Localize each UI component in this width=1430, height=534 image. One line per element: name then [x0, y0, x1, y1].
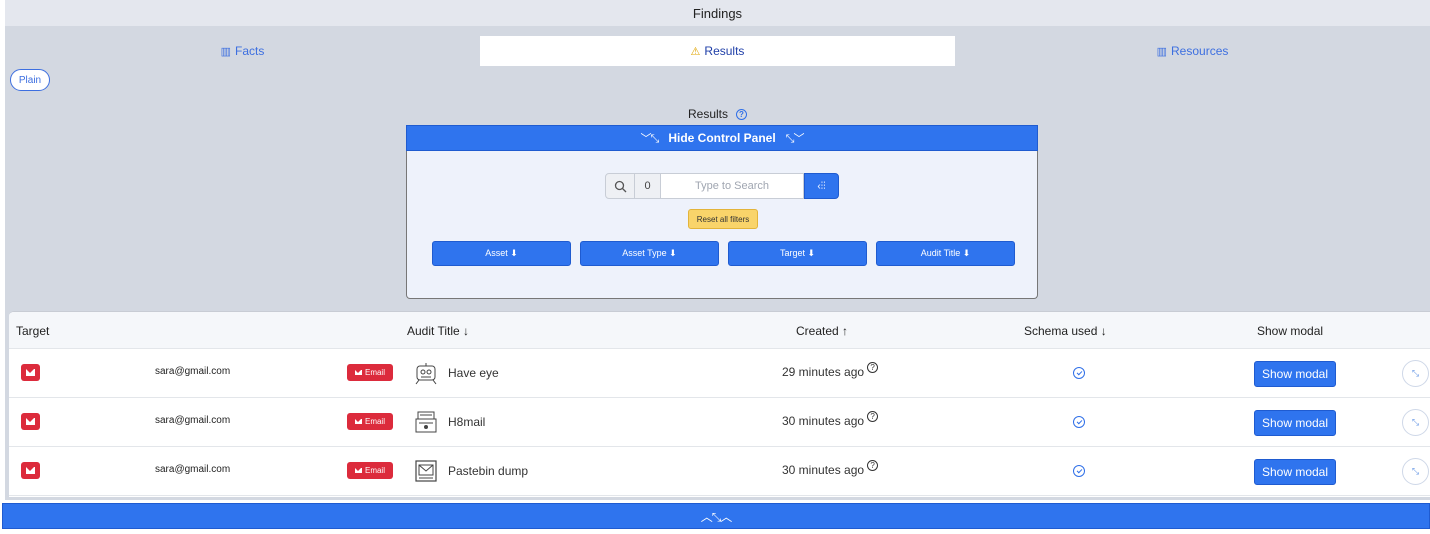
mail-stack-icon — [415, 411, 437, 433]
results-heading: Results ? — [5, 107, 1430, 121]
check-circle-icon — [1073, 367, 1085, 379]
type-badge: Email — [347, 364, 393, 381]
table-row: sara@gmail.com Email H8mail 30 minutes a… — [9, 398, 1430, 447]
mail-icon — [21, 364, 40, 381]
collapse-icon: ⤡﹀ — [785, 133, 805, 145]
type-badge: Email — [347, 462, 393, 479]
type-badge: Email — [347, 413, 393, 430]
help-icon[interactable]: ? — [867, 460, 879, 471]
tab-facts[interactable]: ▥ Facts — [5, 36, 480, 66]
results-table: Target Audit Title ↓ Created ↑ Schema us… — [9, 311, 1430, 497]
target-email: sara@gmail.com — [155, 464, 231, 475]
control-panel: 0 ‹⫶⫶ Reset all filters Asset ⬇ Asset Ty… — [406, 151, 1038, 299]
tab-facts-label: Facts — [235, 44, 265, 58]
created-time: 30 minutes ago ? — [782, 460, 879, 477]
show-modal-button[interactable]: Show modal — [1254, 361, 1336, 387]
envelope-doc-icon — [415, 460, 437, 482]
created-time: 29 minutes ago ? — [782, 362, 879, 379]
expand-icon[interactable]: ⤡ — [1402, 360, 1429, 387]
table-row: sara@gmail.com Email Have eye 29 minutes… — [9, 349, 1430, 398]
col-show-modal: Show modal — [1257, 324, 1324, 338]
warning-icon: ⚠ — [690, 45, 701, 58]
eye-robot-icon — [415, 363, 437, 385]
search-bar: 0 ‹⫶⫶ — [605, 173, 839, 199]
show-modal-button[interactable]: Show modal — [1254, 410, 1336, 436]
filter-sliders-button[interactable]: ‹⫶⫶ — [804, 173, 839, 199]
filter-target-button[interactable]: Target ⬇ — [728, 241, 867, 266]
tab-bar: ▥ Facts ⚠ Results ▥ Resources — [5, 26, 1430, 66]
expand-icon[interactable]: ⤡ — [1402, 409, 1429, 436]
mail-icon — [354, 419, 362, 424]
reset-filters-button[interactable]: Reset all filters — [688, 209, 758, 229]
sliders-icon: ‹⫶⫶ — [817, 180, 826, 192]
mail-icon — [21, 413, 40, 430]
expand-icon[interactable]: ⤡ — [1402, 458, 1429, 485]
filter-audit-title-button[interactable]: Audit Title ⬇ — [876, 241, 1015, 266]
table-header: Target Audit Title ↓ Created ↑ Schema us… — [9, 312, 1430, 349]
help-icon[interactable]: ? — [867, 362, 879, 373]
check-circle-icon — [1073, 416, 1085, 428]
tab-resources[interactable]: ▥ Resources — [955, 36, 1430, 66]
search-input[interactable] — [661, 173, 804, 199]
collapse-up-icon: ︿⤡︿ — [700, 509, 733, 524]
col-target[interactable]: Target — [16, 324, 49, 338]
filter-asset-button[interactable]: Asset ⬇ — [432, 241, 571, 266]
audit-title: Pastebin dump — [448, 464, 529, 478]
columns-icon: ▥ — [220, 45, 232, 58]
results-panel: Plain Results ? ﹀⤡ Hide Control Panel ⤡﹀… — [5, 66, 1430, 500]
col-audit-title[interactable]: Audit Title ↓ — [407, 324, 469, 338]
created-time: 30 minutes ago ? — [782, 411, 879, 428]
help-icon[interactable]: ? — [867, 411, 879, 422]
collapse-table-button[interactable]: ︿⤡︿ — [2, 503, 1430, 529]
plain-view-button[interactable]: Plain — [10, 69, 50, 91]
check-circle-icon — [1073, 465, 1085, 477]
show-modal-button[interactable]: Show modal — [1254, 459, 1336, 485]
mail-icon — [21, 462, 40, 479]
tab-results[interactable]: ⚠ Results — [480, 36, 955, 66]
table-row: sara@gmail.com Email Pastebin dump 30 mi… — [9, 447, 1430, 496]
mail-icon — [354, 468, 362, 473]
audit-title: Have eye — [448, 366, 499, 380]
mail-icon — [354, 370, 362, 375]
filter-buttons: Asset ⬇ Asset Type ⬇ Target ⬇ Audit Titl… — [432, 241, 1015, 266]
search-icon — [605, 173, 635, 199]
target-email: sara@gmail.com — [155, 415, 231, 426]
window-title: Findings — [5, 0, 1430, 26]
audit-title: H8mail — [448, 415, 486, 429]
target-email: sara@gmail.com — [155, 366, 231, 377]
tab-resources-label: Resources — [1171, 44, 1229, 58]
col-created[interactable]: Created ↑ — [796, 324, 848, 338]
tab-results-label: Results — [704, 44, 745, 58]
books-icon: ▥ — [1156, 45, 1168, 58]
results-title: Results — [687, 107, 728, 121]
result-count: 0 — [635, 173, 661, 199]
hide-control-panel-button[interactable]: ﹀⤡ Hide Control Panel ⤡﹀ — [406, 125, 1038, 151]
collapse-icon: ﹀⤡ — [640, 133, 660, 145]
filter-asset-type-button[interactable]: Asset Type ⬇ — [580, 241, 719, 266]
hide-control-panel-label: Hide Control Panel — [668, 131, 776, 145]
col-schema-used[interactable]: Schema used ↓ — [1024, 324, 1107, 338]
help-icon[interactable]: ? — [736, 108, 747, 120]
